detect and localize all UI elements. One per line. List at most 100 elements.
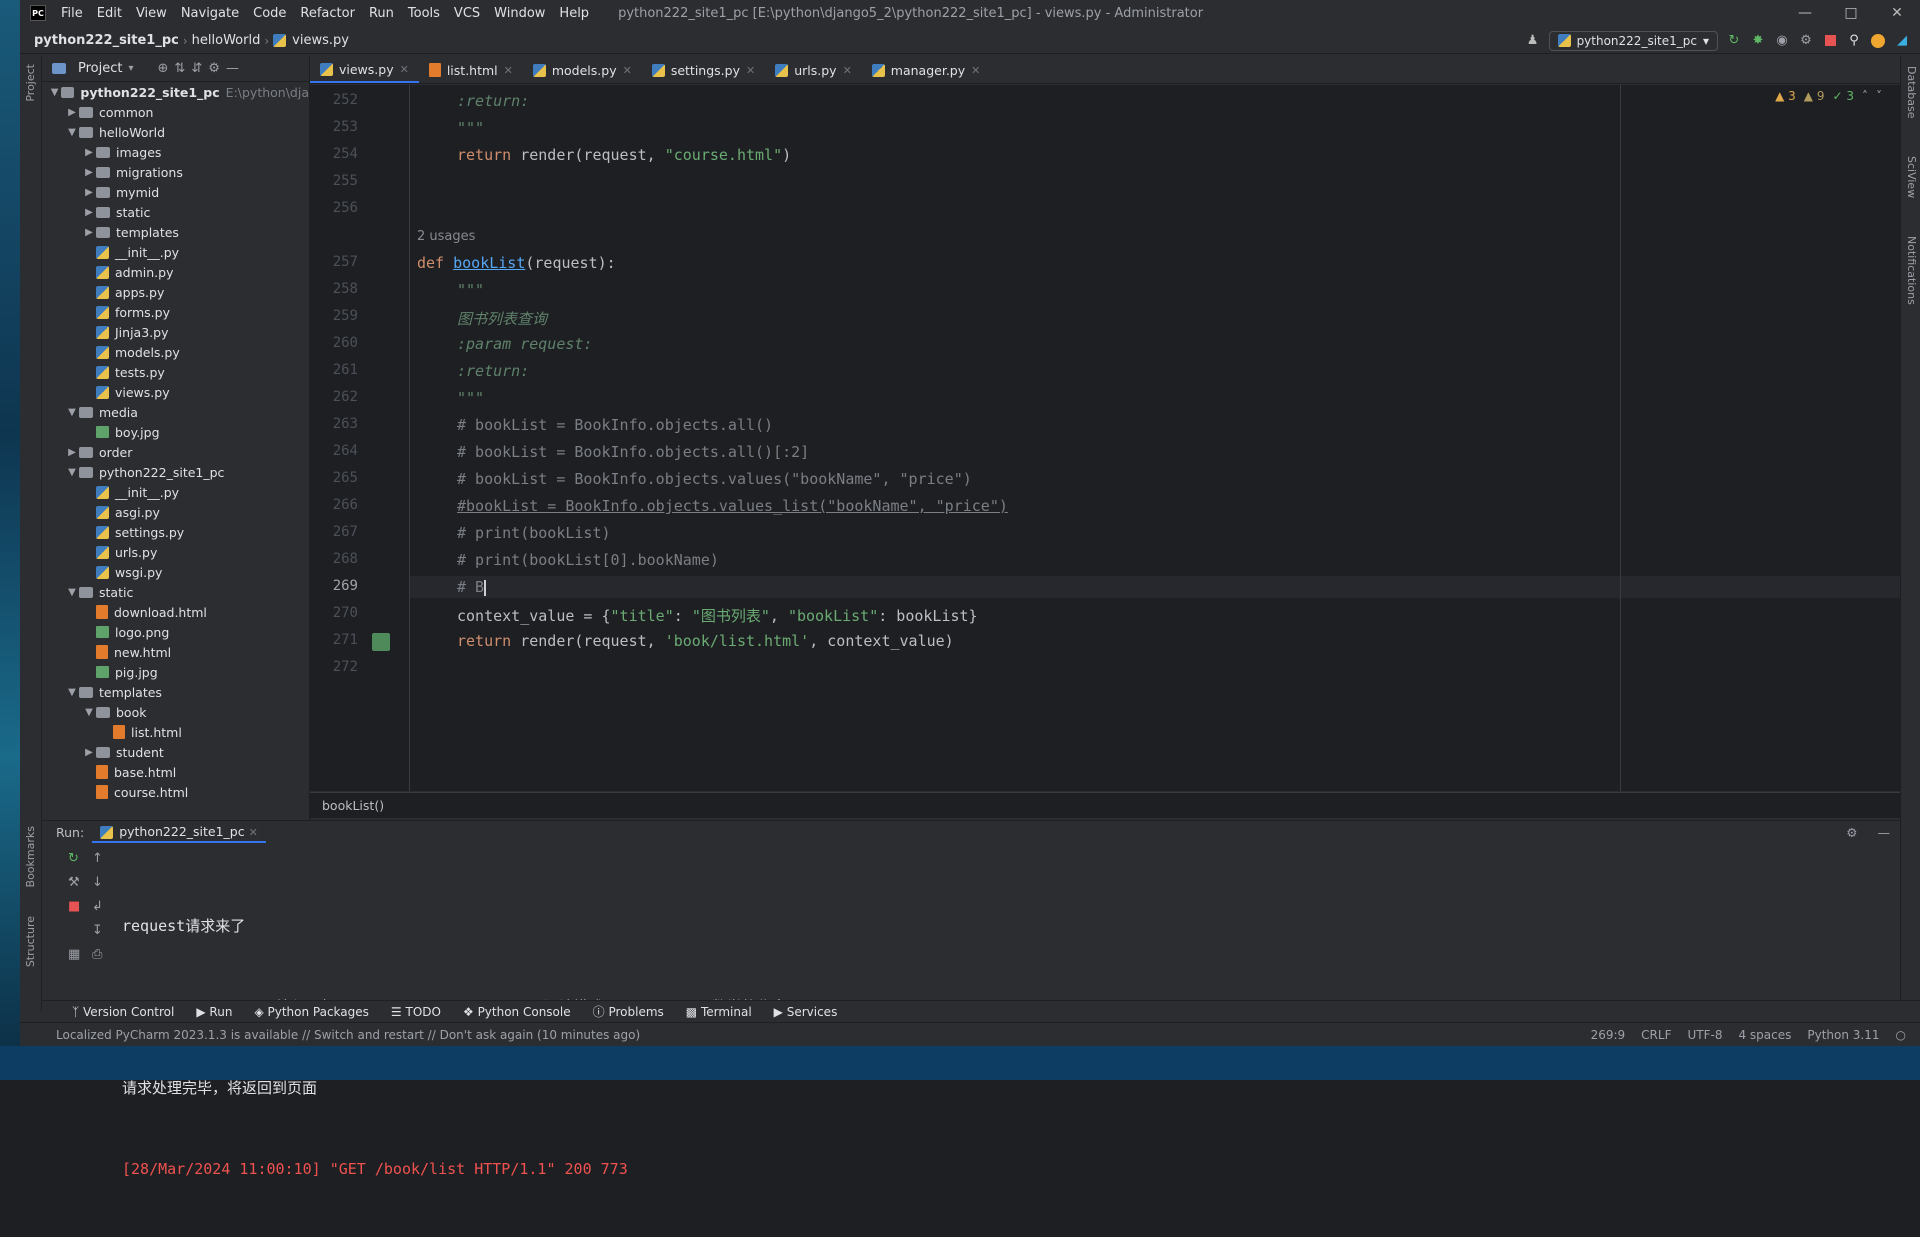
tree-item[interactable]: Jinja3.py [42,322,309,342]
locate-icon[interactable]: ⊕ [158,61,169,76]
stop-icon[interactable] [1822,33,1838,49]
tree-item[interactable]: urls.py [42,542,309,562]
scroll-to-end-icon[interactable]: ↧ [92,923,103,938]
tree-item[interactable]: course.html [42,782,309,802]
arrow-down-icon[interactable]: ↓ [92,875,103,890]
close-icon[interactable]: ✕ [843,64,852,77]
line-number[interactable]: 268 [310,551,358,567]
gear-icon[interactable]: ⚙ [208,61,220,76]
menu-refactor[interactable]: Refactor [293,6,362,21]
tree-item[interactable]: ▶ mymid [42,182,309,202]
line-number[interactable]: 270 [310,605,358,621]
breadcrumb-project[interactable]: python222_site1_pc [30,33,183,48]
services-tab[interactable]: ▶ Services [774,1005,838,1019]
line-number[interactable]: 255 [310,173,358,189]
tree-item[interactable]: ▼ media [42,402,309,422]
line-separator[interactable]: CRLF [1641,1028,1671,1042]
warning-count[interactable]: ▲ 3 [1775,89,1796,103]
chevron-up-icon[interactable]: ˄ [1862,89,1868,103]
sciview-tool-button[interactable]: SciView [1905,156,1918,198]
maximize-icon[interactable]: □ [1828,5,1874,21]
line-number[interactable]: 256 [310,200,358,216]
project-tool-button[interactable]: Project [24,64,37,102]
typo-count[interactable]: ✓ 3 [1832,89,1854,103]
rerun-icon[interactable]: ↻ [1726,33,1742,49]
tree-item[interactable]: ▼ book [42,702,309,722]
lock-icon[interactable]: ○ [1896,1028,1906,1042]
editor-tab[interactable]: list.html ✕ [419,57,523,83]
line-number[interactable]: 265 [310,470,358,486]
chevron-down-icon[interactable]: ▾ [128,63,133,74]
tree-item[interactable]: ▼ helloWorld [42,122,309,142]
gear-icon[interactable]: ⚙ [1846,825,1857,840]
python-interpreter[interactable]: Python 3.11 [1807,1028,1879,1042]
tree-item[interactable]: tests.py [42,362,309,382]
template-gutter-icon[interactable] [372,633,390,651]
todo-tab[interactable]: ☰ TODO [391,1005,441,1019]
tree-item[interactable]: pig.jpg [42,662,309,682]
breadcrumb-folder[interactable]: helloWorld [188,33,265,48]
weak-warning-count[interactable]: ▲ 9 [1804,89,1825,103]
minimize-icon[interactable]: — [1782,5,1828,21]
tree-item[interactable]: asgi.py [42,502,309,522]
problems-tab[interactable]: ⓘ Problems [593,1003,664,1020]
line-number[interactable]: 261 [310,362,358,378]
tree-item[interactable]: ▼ python222_site1_pc [42,462,309,482]
editor-tab[interactable]: urls.py ✕ [765,57,862,83]
code-editor[interactable]: 252 253 254 255 256 257 258 259 260 261 262 263 264 2… [310,85,1900,791]
editor-tab[interactable]: views.py ✕ [310,57,419,83]
ide-logo-icon[interactable]: ◢ [1894,33,1910,49]
tree-item[interactable]: __init__.py [42,482,309,502]
line-number[interactable]: 264 [310,443,358,459]
python-packages-tab[interactable]: ◈ Python Packages [254,1005,368,1019]
breadcrumb-file[interactable]: views.py [288,33,353,48]
tree-item[interactable]: ▶ student [42,742,309,762]
line-number[interactable]: 262 [310,389,358,405]
tree-root[interactable]: ▼ python222_site1_pc E:\python\dja [42,82,309,102]
tree-item[interactable]: forms.py [42,302,309,322]
tree-item[interactable]: apps.py [42,282,309,302]
line-number[interactable]: 263 [310,416,358,432]
menu-window[interactable]: Window [487,6,552,21]
tree-item[interactable]: settings.py [42,522,309,542]
wrench-icon[interactable]: ⚒ [68,875,80,890]
menu-edit[interactable]: Edit [90,6,129,21]
close-icon[interactable]: ✕ [623,64,632,77]
rerun-icon[interactable]: ↻ [68,851,79,866]
tree-item[interactable]: ▶ common [42,102,309,122]
tree-item[interactable]: boy.jpg [42,422,309,442]
run-tab[interactable]: python222_site1_pc ✕ [92,822,266,843]
layout-icon[interactable]: ▦ [68,947,80,962]
close-icon[interactable]: ✕ [971,64,980,77]
close-icon[interactable]: ✕ [249,826,258,839]
tree-item[interactable]: base.html [42,762,309,782]
line-number[interactable]: 266 [310,497,358,513]
menu-help[interactable]: Help [552,6,596,21]
inspection-widget[interactable]: ▲ 3 ▲ 9 ✓ 3 ˄ ˅ [1775,89,1882,103]
tree-item[interactable]: models.py [42,342,309,362]
coverage-icon[interactable]: ◉ [1774,33,1790,49]
line-number[interactable]: 260 [310,335,358,351]
menu-file[interactable]: File [54,6,90,21]
run-configuration-select[interactable]: python222_site1_pc ▾ [1548,30,1718,51]
tree-item[interactable]: logo.png [42,622,309,642]
editor-tab[interactable]: settings.py ✕ [642,57,765,83]
caret-position[interactable]: 269:9 [1591,1028,1626,1042]
notifications-tool-button[interactable]: Notifications [1905,236,1918,305]
breadcrumb-function[interactable]: bookList() [322,798,384,813]
tree-item[interactable]: wsgi.py [42,562,309,582]
file-encoding[interactable]: UTF-8 [1687,1028,1722,1042]
tree-item[interactable]: ▶ templates [42,222,309,242]
tree-item[interactable]: ▶ order [42,442,309,462]
indent-setting[interactable]: 4 spaces [1738,1028,1791,1042]
bookmarks-tool-button[interactable]: Bookmarks [24,826,37,887]
hide-icon[interactable]: — [1878,825,1891,840]
tree-item[interactable]: views.py [42,382,309,402]
arrow-up-icon[interactable]: ↑ [92,851,103,866]
close-icon[interactable]: ✕ [400,63,409,76]
project-view-select[interactable]: Project [78,61,122,76]
line-number[interactable]: 271 [310,632,358,648]
line-number[interactable]: 258 [310,281,358,297]
menu-view[interactable]: View [129,6,174,21]
menu-navigate[interactable]: Navigate [174,6,246,21]
